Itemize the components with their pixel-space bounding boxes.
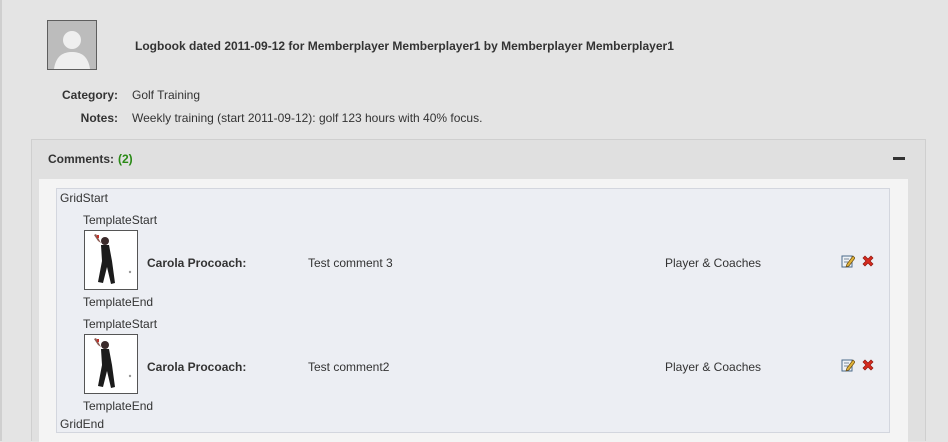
delete-x-icon[interactable] — [861, 358, 875, 372]
delete-x-icon[interactable] — [861, 254, 875, 268]
comment-visibility: Player & Coaches — [665, 256, 762, 270]
grid-end-marker: GridEnd — [60, 417, 105, 431]
template-end-marker: TemplateEnd — [83, 399, 154, 413]
comments-grid: GridStart TemplateStart Carola Procoach:… — [56, 188, 890, 433]
edit-pencil-icon[interactable] — [841, 358, 855, 372]
category-value: Golf Training — [132, 88, 201, 102]
template-start-marker: TemplateStart — [83, 213, 158, 227]
comment-text: Test comment 3 — [308, 256, 393, 270]
comment-author: Carola Procoach: — [147, 256, 247, 270]
collapse-minus-icon[interactable] — [893, 157, 905, 160]
category-label: Category: — [61, 88, 118, 102]
user-avatar-icon — [47, 20, 97, 70]
left-border — [0, 0, 2, 441]
comment-author: Carola Procoach: — [147, 360, 247, 374]
comment-text: Test comment2 — [308, 360, 390, 374]
author-photo — [84, 230, 138, 290]
template-start-marker: TemplateStart — [83, 317, 158, 331]
grid-start-marker: GridStart — [60, 191, 109, 205]
author-photo — [84, 334, 138, 394]
logbook-title: Logbook dated 2011-09-12 for Memberplaye… — [135, 39, 674, 53]
comments-count: (2) — [118, 152, 133, 166]
notes-value: Weekly training (start 2011-09-12): golf… — [132, 111, 483, 125]
template-end-marker: TemplateEnd — [83, 295, 154, 309]
comment-visibility: Player & Coaches — [665, 360, 762, 374]
notes-label: Notes: — [80, 111, 118, 125]
comments-panel: Comments: (2) GridStart TemplateStart Car… — [31, 139, 926, 442]
comments-header[interactable]: Comments: (2) — [48, 152, 133, 166]
edit-pencil-icon[interactable] — [841, 254, 855, 268]
comments-body: GridStart TemplateStart Carola Procoach:… — [39, 179, 908, 442]
comments-label: Comments: — [48, 152, 115, 166]
